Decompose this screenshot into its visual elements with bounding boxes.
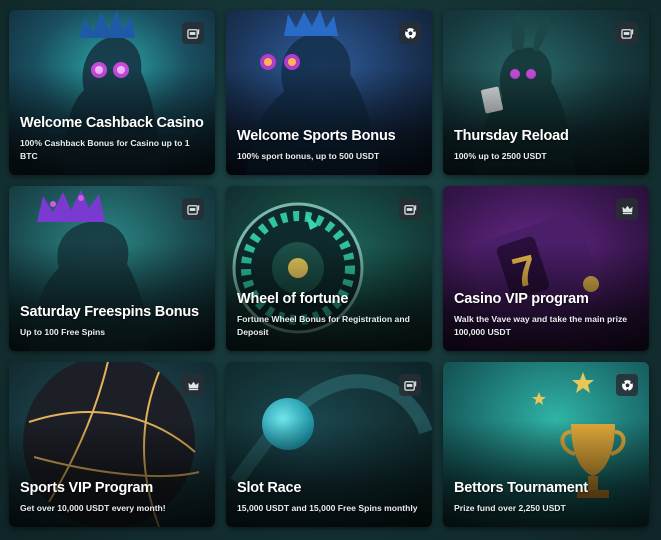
promo-description: 100% sport bonus, up to 500 USDT — [237, 151, 380, 161]
promo-description: 15,000 USDT and 15,000 Free Spins monthl… — [237, 503, 418, 513]
crown-icon — [182, 374, 204, 396]
promo-title: Welcome Sports Bonus — [237, 128, 396, 144]
promo-description: Prize fund over 2,250 USDT — [454, 503, 566, 513]
promo-card-bettors-tournament[interactable]: Bettors Tournament Prize fund over 2,250… — [443, 362, 649, 527]
promo-title: Bettors Tournament — [454, 480, 588, 496]
promo-card-wheel-of-fortune[interactable]: Wheel of fortune Fortune Wheel Bonus for… — [226, 186, 432, 351]
promo-title: Casino VIP program — [454, 291, 589, 307]
slot-machine-icon — [182, 198, 204, 220]
promo-title: Sports VIP Program — [20, 480, 154, 496]
promo-card-welcome-cashback-casino[interactable]: Welcome Cashback Casino 100% Cashback Bo… — [9, 10, 215, 175]
promo-card-saturday-freespins-bonus[interactable]: Saturday Freespins Bonus Up to 100 Free … — [9, 186, 215, 351]
promo-title: Thursday Reload — [454, 128, 569, 144]
promo-card-slot-race[interactable]: Slot Race 15,000 USDT and 15,000 Free Sp… — [226, 362, 432, 527]
slot-machine-icon — [399, 374, 421, 396]
promo-description: 100% up to 2500 USDT — [454, 151, 547, 161]
soccer-ball-icon — [399, 22, 421, 44]
promo-description: Fortune Wheel Bonus for Registration and… — [237, 314, 410, 337]
slot-machine-icon — [616, 22, 638, 44]
promo-title: Slot Race — [237, 480, 302, 496]
promo-title: Wheel of fortune — [237, 291, 349, 307]
promo-description: Up to 100 Free Spins — [20, 327, 106, 337]
slot-machine-icon — [399, 198, 421, 220]
promo-card-welcome-sports-bonus[interactable]: Welcome Sports Bonus 100% sport bonus, u… — [226, 10, 432, 175]
slot-machine-icon — [182, 22, 204, 44]
promo-description: Get over 10,000 USDT every month! — [20, 503, 166, 513]
promo-description: Walk the Vave way and take the main priz… — [454, 314, 628, 324]
promo-description: 100% Cashback Bonus for Casino up to 1 B… — [20, 138, 190, 161]
promotions-grid: Welcome Cashback Casino 100% Cashback Bo… — [0, 0, 661, 540]
soccer-ball-icon — [616, 374, 638, 396]
promo-card-thursday-reload[interactable]: Thursday Reload 100% up to 2500 USDT — [443, 10, 649, 175]
promo-title: Saturday Freespins Bonus — [20, 304, 199, 320]
promo-title: Welcome Cashback Casino — [20, 115, 204, 131]
promo-prize: 100,000 USDT — [454, 327, 511, 337]
promo-card-sports-vip-program[interactable]: Sports VIP Program Get over 10,000 USDT … — [9, 362, 215, 527]
promo-card-casino-vip-program[interactable]: 7 Casino VIP program Walk the Vave way a… — [443, 186, 649, 351]
crown-icon — [616, 198, 638, 220]
